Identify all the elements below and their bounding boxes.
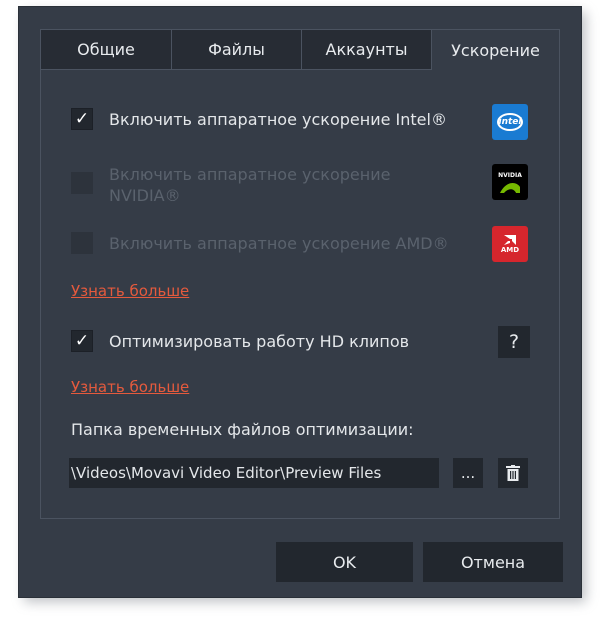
nvidia-acceleration-label: Включить аппаратное ускорение NVIDIA® bbox=[109, 165, 391, 205]
optimize-hd-row: ✓ Оптимизировать работу HD клипов bbox=[71, 330, 409, 352]
nvidia-logo-icon: NVIDIA bbox=[492, 164, 528, 200]
intel-acceleration-checkbox[interactable]: ✓ bbox=[71, 108, 93, 130]
optimize-hd-label: Оптимизировать работу HD клипов bbox=[109, 331, 410, 351]
tab-accounts[interactable]: Аккаунты bbox=[302, 30, 432, 70]
tab-acceleration[interactable]: Ускорение bbox=[432, 30, 559, 70]
intel-logo-icon: intel bbox=[492, 104, 528, 140]
preferences-dialog: Общие Файлы Аккаунты Ускорение ✓ Включит… bbox=[18, 6, 582, 598]
intel-acceleration-label: Включить аппаратное ускорение Intel® bbox=[109, 109, 447, 129]
browse-folder-button[interactable]: ... bbox=[453, 458, 483, 488]
help-button[interactable]: ? bbox=[498, 326, 530, 358]
tab-general[interactable]: Общие bbox=[41, 30, 172, 70]
temp-folder-label: Папка временных файлов оптимизации: bbox=[71, 420, 414, 439]
learn-more-hd-link[interactable]: Узнать больше bbox=[71, 378, 189, 396]
amd-logo-text: AMD bbox=[500, 246, 520, 254]
amd-acceleration-checkbox[interactable] bbox=[71, 232, 93, 254]
ok-button[interactable]: OK bbox=[276, 542, 413, 582]
learn-more-acceleration-link[interactable]: Узнать больше bbox=[71, 282, 189, 300]
checkmark-icon: ✓ bbox=[74, 331, 90, 351]
nvidia-acceleration-row: Включить аппаратное ускорение NVIDIA® bbox=[71, 164, 429, 206]
nvidia-logo-text: NVIDIA bbox=[498, 171, 522, 179]
intel-acceleration-row: ✓ Включить аппаратное ускорение Intel® bbox=[71, 108, 447, 130]
tab-files[interactable]: Файлы bbox=[172, 30, 302, 70]
amd-acceleration-row: Включить аппаратное ускорение AMD® bbox=[71, 232, 449, 254]
settings-panel: Общие Файлы Аккаунты Ускорение ✓ Включит… bbox=[40, 29, 560, 519]
cancel-button[interactable]: Отмена bbox=[423, 542, 563, 582]
temp-folder-path-field[interactable]: \Videos\Movavi Video Editor\Preview File… bbox=[69, 458, 439, 488]
trash-icon bbox=[506, 465, 520, 481]
amd-logo-icon: AMD bbox=[492, 226, 528, 262]
delete-temp-files-button[interactable] bbox=[498, 458, 528, 488]
tab-bar: Общие Файлы Аккаунты Ускорение bbox=[41, 30, 559, 70]
checkmark-icon: ✓ bbox=[74, 109, 90, 129]
amd-arrow-icon bbox=[504, 235, 516, 245]
optimize-hd-checkbox[interactable]: ✓ bbox=[71, 330, 93, 352]
nvidia-acceleration-checkbox[interactable] bbox=[71, 172, 93, 194]
amd-acceleration-label: Включить аппаратное ускорение AMD® bbox=[109, 233, 449, 253]
intel-logo-text: intel bbox=[498, 117, 522, 127]
nvidia-eye-icon bbox=[500, 182, 520, 193]
